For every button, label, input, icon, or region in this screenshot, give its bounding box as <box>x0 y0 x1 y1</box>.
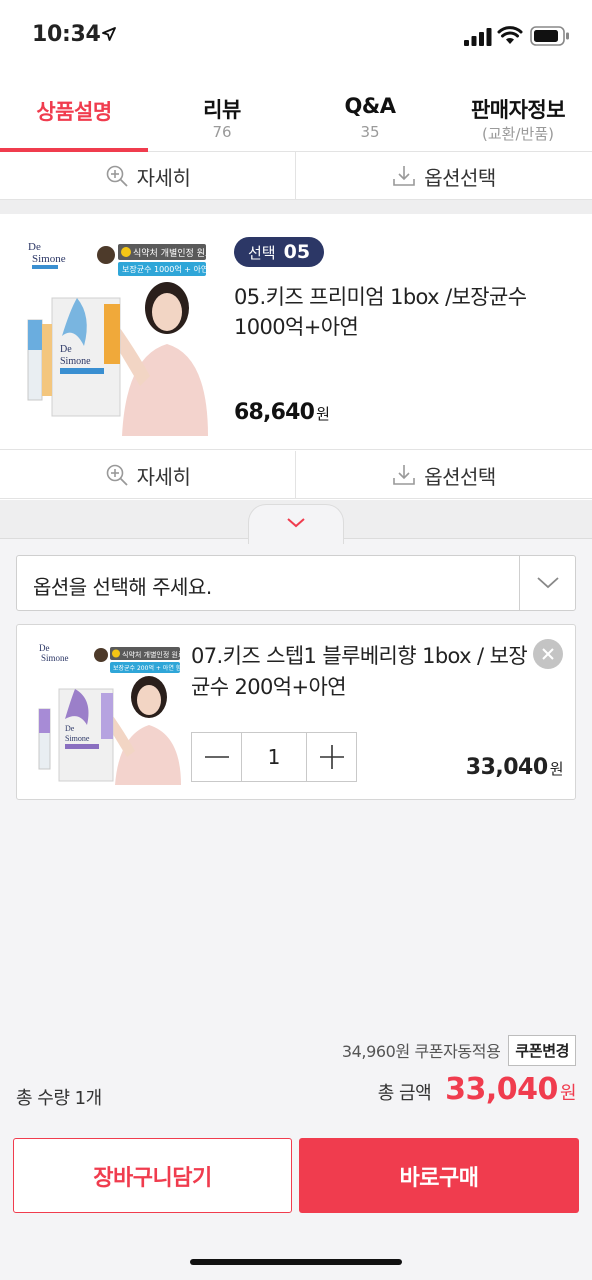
change-coupon-button[interactable]: 쿠폰변경 <box>508 1034 576 1066</box>
tab-reviews[interactable]: 리뷰 76 <box>148 74 296 152</box>
tab-bar: 상품설명 리뷰 76 Q&A 35 판매자정보 (교환/반품) <box>0 74 592 152</box>
banner-text: 보장균수 1000억 + 아연 함유 <box>122 264 208 274</box>
dropdown-toggle[interactable] <box>519 556 575 610</box>
tab-qna[interactable]: Q&A 35 <box>296 74 444 152</box>
currency-label: 원 <box>559 1083 577 1104</box>
coupon-applied-text: 34,960원 쿠폰자동적용 <box>341 1042 501 1061</box>
download-icon <box>393 166 415 186</box>
option-dropdown-placeholder: 옵션을 선택해 주세요. <box>33 575 212 599</box>
total-amount-row: 총 금액 33,040 원 <box>377 1072 577 1107</box>
product-actions-row: 자세히 옵션선택 <box>0 451 592 499</box>
close-icon <box>542 648 554 660</box>
tab-label: 리뷰 <box>203 98 241 122</box>
select-option-label: 옵션선택 <box>424 165 496 190</box>
remove-option-button[interactable] <box>533 639 563 669</box>
product-card[interactable]: De Simone 식약처 개별인정 원료 보장균수 1000억 + 아연 함유… <box>0 214 592 450</box>
buy-now-button[interactable]: 바로구매 <box>299 1138 579 1213</box>
detail-button[interactable]: 자세히 <box>0 152 296 200</box>
quantity-value[interactable]: 1 <box>241 733 307 781</box>
detail-label: 자세히 <box>136 464 191 489</box>
minus-icon <box>204 756 229 758</box>
product-actions-row: 자세히 옵션선택 <box>0 152 592 200</box>
battery-icon <box>530 26 569 46</box>
download-icon <box>393 465 415 485</box>
brand-text: De <box>28 241 41 253</box>
price-value: 68,640 <box>234 400 315 425</box>
decrease-quantity-button[interactable] <box>192 733 241 781</box>
increase-quantity-button[interactable] <box>307 733 356 781</box>
brand-text: De <box>39 643 50 653</box>
coupon-row: 34,960원 쿠폰자동적용 쿠폰변경 <box>0 1034 576 1066</box>
location-arrow-icon <box>102 27 116 41</box>
box-brand-text: Simone <box>65 734 90 743</box>
box-brand-text: De <box>60 344 72 355</box>
plus-icon <box>319 745 344 769</box>
banner-text: 보장균수 200억 + 아연 함유 <box>113 664 181 672</box>
tab-sub-label: (교환/반품) <box>482 125 554 143</box>
zoom-in-icon <box>106 165 128 187</box>
brand-text: Simone <box>41 653 69 663</box>
tab-product-description[interactable]: 상품설명 <box>0 74 148 152</box>
badge-label: 선택 <box>248 243 276 262</box>
currency-label: 원 <box>549 760 564 778</box>
total-amount-label: 총 금액 <box>377 1083 432 1104</box>
tab-count: 76 <box>212 123 232 141</box>
detail-button[interactable]: 자세히 <box>0 451 296 499</box>
selected-option-name: 07.키즈 스텝1 블루베리향 1box / 보장균수 200억+아연 <box>191 644 528 699</box>
product-image[interactable]: De Simone 식약처 개별인정 원료 보장균수 1000억 + 아연 함유… <box>22 236 208 436</box>
section-divider <box>0 200 592 214</box>
tab-label: 상품설명 <box>36 100 112 124</box>
selected-product-photo: De Simone 식약처 개별인정 원료 보장균수 200억 + 아연 함유 … <box>35 639 181 785</box>
price-value: 33,040 <box>465 755 548 780</box>
select-option-button[interactable]: 옵션선택 <box>296 451 592 499</box>
add-to-cart-button[interactable]: 장바구니담기 <box>13 1138 292 1213</box>
selected-option-item: De Simone 식약처 개별인정 원료 보장균수 200억 + 아연 함유 … <box>16 624 576 800</box>
tab-label: 판매자정보 <box>470 98 566 122</box>
selected-item-image: De Simone 식약처 개별인정 원료 보장균수 200억 + 아연 함유 … <box>35 639 181 785</box>
tab-count: 35 <box>360 123 380 141</box>
selected-option-price: 33,040 원 <box>465 755 564 780</box>
banner-text: 식약처 개별인정 원료 <box>122 650 181 659</box>
chevron-down-icon <box>287 518 305 528</box>
option-dropdown[interactable]: 옵션을 선택해 주세요. <box>16 555 576 611</box>
product-photo: De Simone 식약처 개별인정 원료 보장균수 1000억 + 아연 함유… <box>22 236 208 436</box>
total-quantity: 총 수량 1개 <box>16 1088 102 1109</box>
quantity-stepper: 1 <box>191 732 357 782</box>
chevron-down-icon <box>536 577 559 589</box>
banner-text: 식약처 개별인정 원료 <box>133 247 208 259</box>
cellular-signal-icon <box>464 28 492 46</box>
zoom-in-icon <box>106 464 128 486</box>
box-brand-text: Simone <box>60 356 91 367</box>
currency-label: 원 <box>316 405 330 423</box>
box-brand-text: De <box>65 724 75 733</box>
select-option-button[interactable]: 옵션선택 <box>296 152 592 200</box>
total-amount-value: 33,040 <box>445 1072 558 1107</box>
product-name[interactable]: 05.키즈 프리미엄 1box /보장균수 1000억+아연 <box>234 282 564 342</box>
tab-label: Q&A <box>344 94 396 118</box>
status-bar: 10:34 <box>0 0 592 74</box>
select-option-label: 옵션선택 <box>424 464 496 489</box>
product-price: 68,640 원 <box>234 400 330 425</box>
total-amount: 33,040 원 <box>445 1072 576 1107</box>
status-time: 10:34 <box>32 22 101 47</box>
badge-number: 05 <box>283 241 311 263</box>
tab-seller-info[interactable]: 판매자정보 (교환/반품) <box>444 74 592 152</box>
sheet-handle-cover <box>249 536 343 542</box>
brand-text: Simone <box>32 253 66 265</box>
home-indicator[interactable] <box>190 1259 402 1265</box>
wifi-icon <box>497 26 523 44</box>
detail-label: 자세히 <box>136 165 191 190</box>
selection-badge: 선택 05 <box>234 237 325 267</box>
